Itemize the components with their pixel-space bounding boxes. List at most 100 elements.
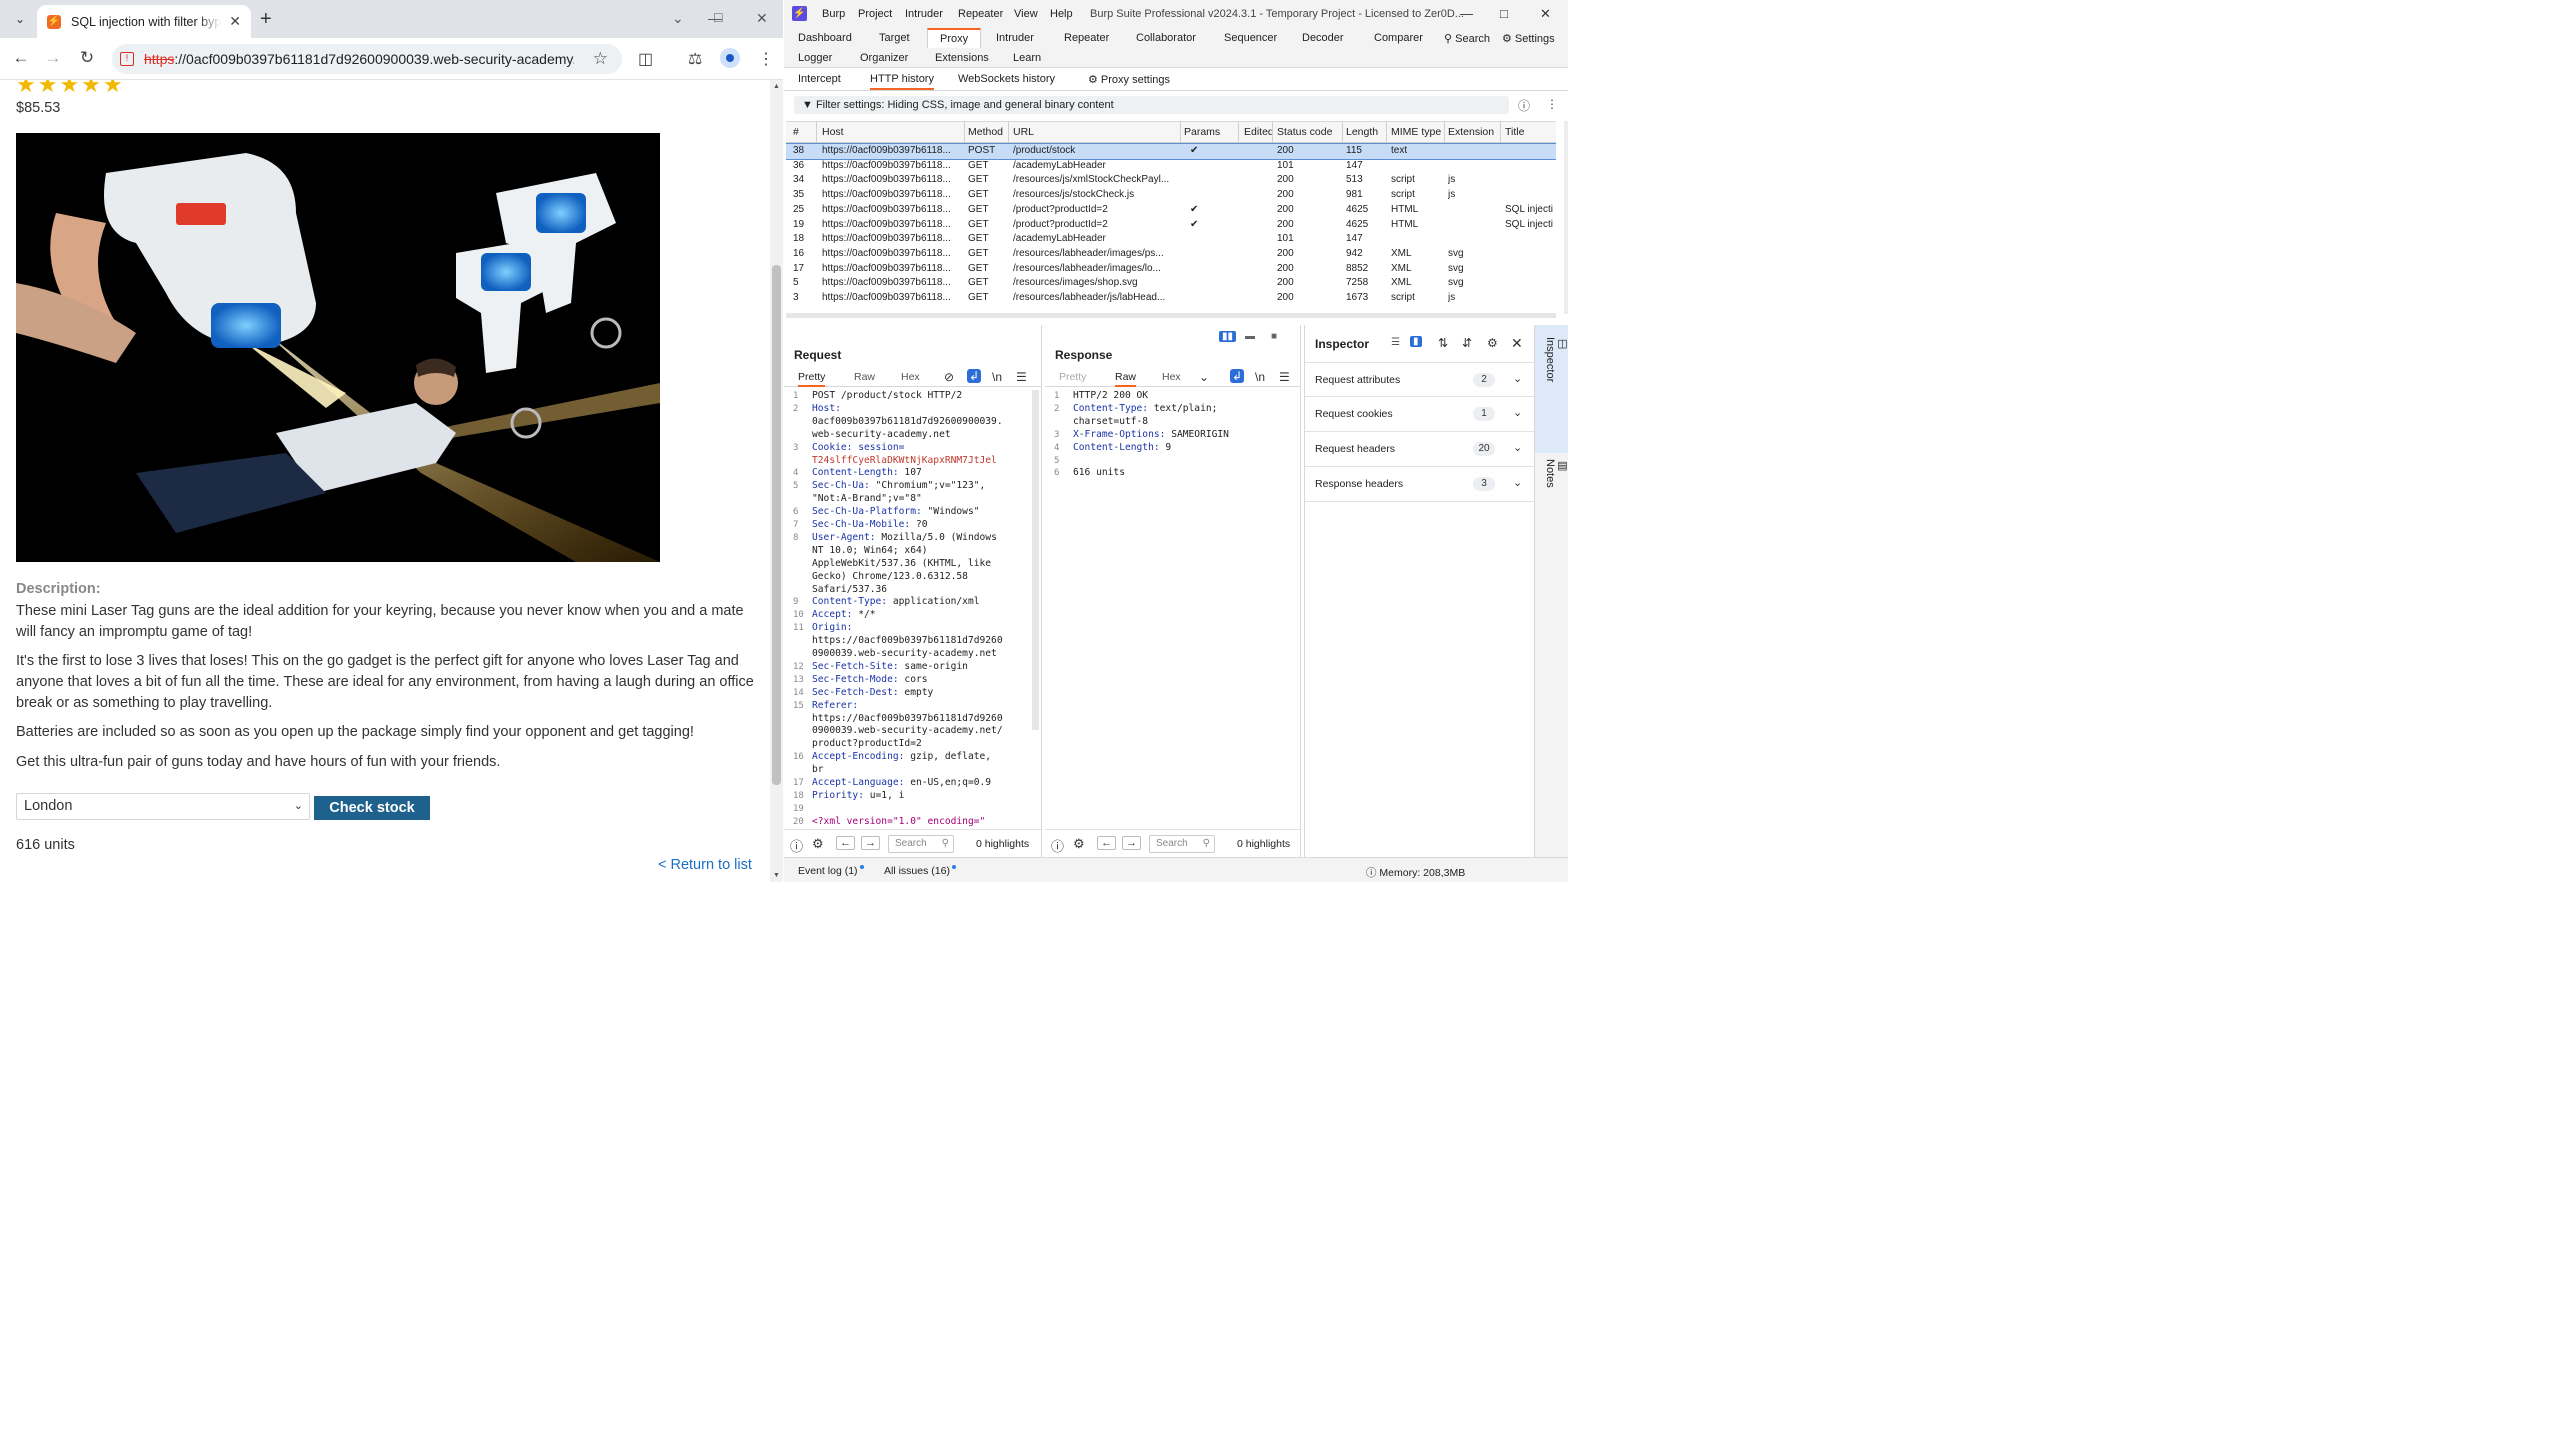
tab-logger[interactable]: Logger <box>798 52 832 64</box>
request-editor[interactable]: 1 POST /product/stock HTTP/2 2 Host: 0acf009… <box>784 390 1041 830</box>
inspector-response-headers[interactable]: Response headers 3 ⌄ <box>1305 467 1535 502</box>
tab-hex[interactable]: Hex <box>901 371 920 383</box>
table-row[interactable]: 18 https://0acf009b0397b6118... GET/academ… <box>786 232 1556 247</box>
tab-hex[interactable]: Hex <box>1162 371 1181 383</box>
table-row[interactable]: 17 https://0acf009b0397b6118... GET/resour… <box>786 262 1556 277</box>
help-icon[interactable]: ⓘ <box>790 836 803 855</box>
col-url[interactable]: URL <box>1013 126 1034 138</box>
more-menu-icon[interactable]: ⋮ <box>758 49 774 69</box>
all-issues-link[interactable]: All issues (16) <box>884 865 956 877</box>
inspector-request-headers[interactable]: Request headers 20 ⌄ <box>1305 432 1535 467</box>
hide-nonprintable-icon[interactable]: ⊘ <box>944 370 954 384</box>
forward-icon[interactable]: → <box>42 48 64 68</box>
wrap-lines-icon[interactable]: ↲ <box>1230 369 1245 383</box>
filter-settings-bar[interactable]: ▼ Filter settings: Hiding CSS, image and… <box>794 96 1509 114</box>
page-scrollbar[interactable]: ▲ ▼ <box>770 80 783 882</box>
table-row[interactable]: 36 https://0acf009b0397b6118... GET/academ… <box>786 159 1556 174</box>
table-row[interactable]: 35 https://0acf009b0397b6118... GET/resour… <box>786 188 1556 203</box>
menu-burp[interactable]: Burp <box>822 8 845 20</box>
expand-all-icon[interactable]: ⇅ <box>1438 336 1448 350</box>
menu-repeater[interactable]: Repeater <box>958 8 1003 20</box>
layout-tabs-icon[interactable]: ■ <box>1271 331 1277 342</box>
layout-stacked-icon[interactable]: ▬ <box>1245 331 1255 342</box>
col-extension[interactable]: Extension <box>1448 126 1494 138</box>
tab-websockets-history[interactable]: WebSockets history <box>958 73 1055 85</box>
col-length[interactable]: Length <box>1346 126 1378 138</box>
table-row[interactable]: 19 https://0acf009b0397b6118... GET/produc… <box>786 218 1556 233</box>
layout-icon[interactable]: ☰ <box>1391 337 1400 348</box>
help-icon[interactable]: ⓘ <box>1518 97 1530 114</box>
reload-icon[interactable]: ↻ <box>76 48 98 68</box>
gear-icon[interactable]: ⚙ <box>1073 836 1085 852</box>
request-scrollbar[interactable] <box>1032 390 1039 730</box>
response-editor[interactable]: 1 HTTP/2 200 OK 2 Content-Type: text/plain;… <box>1045 390 1300 830</box>
next-icon[interactable]: → <box>1122 836 1141 850</box>
history-scrollbar[interactable] <box>1564 121 1568 314</box>
close-tab-icon[interactable]: ✕ <box>229 13 241 30</box>
bookmark-star-icon[interactable]: ☆ <box>593 49 608 69</box>
tab-repeater[interactable]: Repeater <box>1064 32 1109 44</box>
sidebar-tab-inspector[interactable]: ◫ Inspector <box>1535 325 1568 453</box>
close-window-icon[interactable]: ✕ <box>756 10 768 27</box>
history-hscrollbar[interactable] <box>786 313 1556 318</box>
menu-intruder[interactable]: Intruder <box>905 8 943 20</box>
extensions-puzzle-icon[interactable]: ◫ <box>638 49 653 69</box>
previous-icon[interactable]: ← <box>1097 836 1116 850</box>
return-to-list-link[interactable]: < Return to list <box>658 857 752 873</box>
col-params[interactable]: Params <box>1184 126 1220 138</box>
col-status[interactable]: Status code <box>1277 126 1332 138</box>
more-options-icon[interactable]: ⋮ <box>1546 97 1558 111</box>
maximize-icon[interactable]: □ <box>1500 6 1508 21</box>
collapse-all-icon[interactable]: ⇵ <box>1462 336 1472 350</box>
table-row[interactable]: 3 https://0acf009b0397b6118... GET/resourc… <box>786 291 1556 306</box>
previous-icon[interactable]: ← <box>836 836 855 850</box>
tab-raw[interactable]: Raw <box>854 371 875 383</box>
table-row[interactable]: 25 https://0acf009b0397b6118... GET/produc… <box>786 203 1556 218</box>
next-icon[interactable]: → <box>861 836 880 850</box>
chevron-down-icon[interactable]: ⌄ <box>1199 370 1209 384</box>
col-method[interactable]: Method <box>968 126 1003 138</box>
browser-tab[interactable]: ⚡ SQL injection with filter bypass ✕ <box>37 5 251 38</box>
menu-project[interactable]: Project <box>858 8 892 20</box>
tab-organizer[interactable]: Organizer <box>860 52 908 64</box>
response-search-input[interactable]: Search ⚲ <box>1149 835 1215 853</box>
dropdown-icon[interactable]: ⌄ <box>672 10 684 27</box>
inspector-request-attributes[interactable]: Request attributes 2 ⌄ <box>1305 362 1535 397</box>
gear-icon[interactable]: ⚙ <box>812 836 824 852</box>
menu-icon[interactable]: ☰ <box>1279 370 1290 384</box>
search-button[interactable]: ⚲ Search <box>1444 32 1490 45</box>
tab-sequencer[interactable]: Sequencer <box>1224 32 1277 44</box>
help-icon[interactable]: ⓘ <box>1051 836 1064 855</box>
table-row[interactable]: 38 https://0acf009b0397b6118... POST/produ… <box>786 143 1556 160</box>
request-search-input[interactable]: Search ⚲ <box>888 835 954 853</box>
close-window-icon[interactable]: ✕ <box>1540 6 1551 22</box>
sidebar-tab-notes[interactable]: ▤ Notes <box>1535 455 1568 535</box>
col-mime[interactable]: MIME type <box>1391 126 1441 138</box>
table-row[interactable]: 16 https://0acf009b0397b6118... GET/resour… <box>786 247 1556 262</box>
proxy-settings-button[interactable]: ⚙ Proxy settings <box>1088 73 1170 86</box>
store-select[interactable]: London ⌄ <box>16 793 310 820</box>
col-edited[interactable]: Edited <box>1244 126 1274 138</box>
url-text[interactable]: https://0acf009b0397b61181d7d92600900039… <box>144 51 574 67</box>
tab-intruder[interactable]: Intruder <box>996 32 1034 44</box>
layout-active-icon[interactable]: ▮ <box>1410 336 1422 347</box>
back-icon[interactable]: ← <box>10 48 32 68</box>
tab-search-chevron-icon[interactable]: ⌄ <box>8 8 32 30</box>
not-secure-icon[interactable]: ! <box>120 52 134 66</box>
tab-intercept[interactable]: Intercept <box>798 73 841 85</box>
minimize-icon[interactable]: — <box>1460 6 1473 21</box>
tab-pretty[interactable]: Pretty <box>798 371 826 387</box>
table-row[interactable]: 5 https://0acf009b0397b6118... GET/resourc… <box>786 276 1556 291</box>
menu-icon[interactable]: ☰ <box>1016 370 1027 384</box>
menu-help[interactable]: Help <box>1050 8 1073 20</box>
layout-side-by-side-icon[interactable]: ▮▮ <box>1219 331 1237 342</box>
tab-dashboard[interactable]: Dashboard <box>798 32 852 44</box>
tab-http-history[interactable]: HTTP history <box>870 73 934 90</box>
tab-target[interactable]: Target <box>879 32 910 44</box>
labs-flask-icon[interactable]: ⚖ <box>688 49 702 69</box>
event-log-link[interactable]: Event log (1) <box>798 865 864 877</box>
tab-proxy[interactable]: Proxy <box>927 28 982 48</box>
maximize-icon[interactable]: □ <box>714 9 722 25</box>
inspector-request-cookies[interactable]: Request cookies 1 ⌄ <box>1305 397 1535 432</box>
table-row[interactable]: 34 https://0acf009b0397b6118... GET/resour… <box>786 173 1556 188</box>
